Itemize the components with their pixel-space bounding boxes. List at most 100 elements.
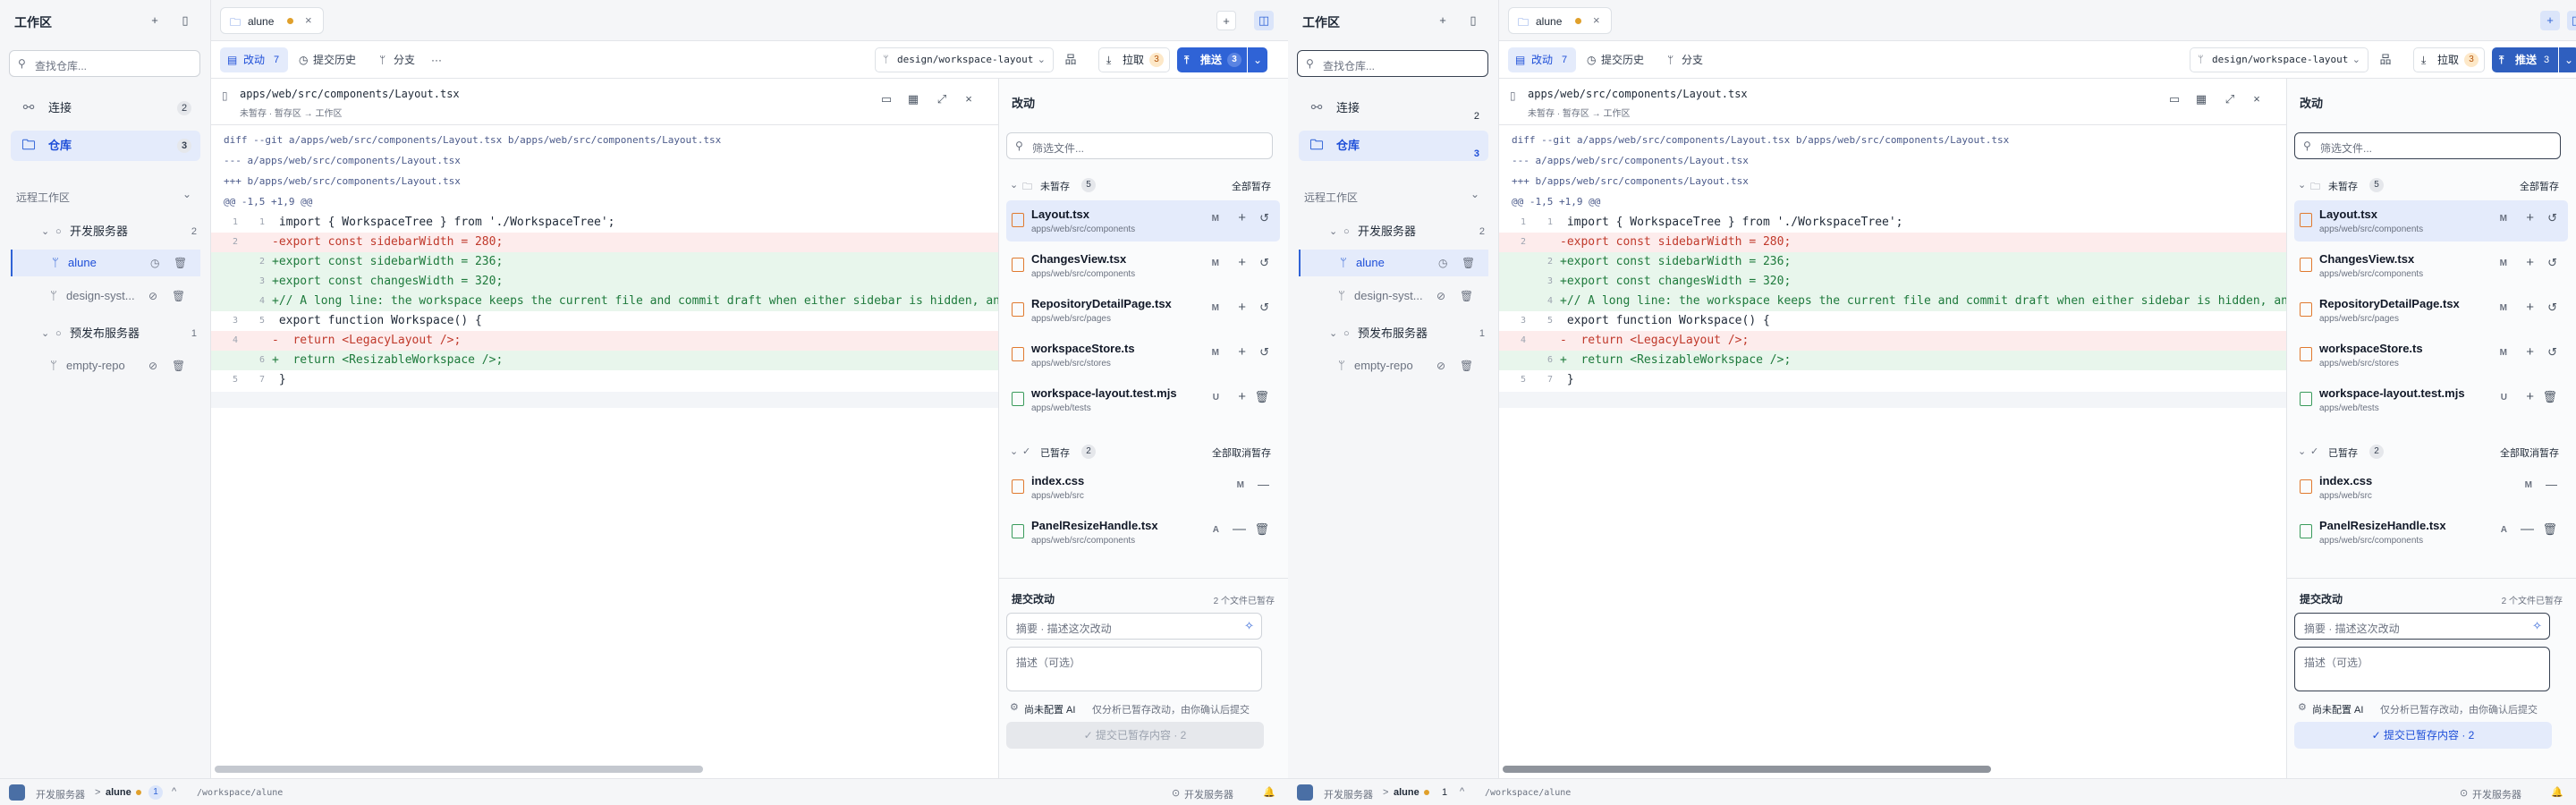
revert-icon[interactable]: ↺: [2547, 301, 2557, 315]
push-button[interactable]: ⤒ 推送 3: [2492, 47, 2558, 72]
expand-icon[interactable]: ⤢: [2220, 89, 2240, 109]
tab-alune[interactable]: 🗀 alune ×: [1508, 7, 1612, 34]
repo-row-empty-repo[interactable]: ᛘ empty-repo ⊘ 🗑: [11, 352, 200, 379]
new-tab-icon[interactable]: +: [2540, 11, 2560, 30]
server-row-staging[interactable]: ⌄ ○ 预发布服务器 1: [1299, 320, 1488, 347]
sidebar-item-connections[interactable]: ⚯ 连接 2: [1299, 93, 1488, 123]
server-row-dev[interactable]: ⌄ ○ 开发服务器 2: [1299, 218, 1488, 245]
sparkle-icon[interactable]: ✧: [2532, 619, 2542, 633]
revert-icon[interactable]: ↺: [1259, 211, 1269, 225]
chevron-down-icon[interactable]: ⌄: [1470, 188, 1479, 200]
commit-description-input[interactable]: 描述（可选）: [2294, 647, 2550, 691]
trash-icon[interactable]: 🗑: [1460, 352, 1473, 379]
commit-description-input[interactable]: 描述（可选）: [1006, 647, 1262, 691]
unstaged-section-header[interactable]: ⌄ 🗀 未暂存 5 全部暂存: [1010, 178, 1278, 193]
unstage-minus-icon[interactable]: —: [1233, 521, 1246, 537]
filter-files-input[interactable]: ⚲ 筛选文件...: [2294, 132, 2561, 159]
tab-changes[interactable]: ▤ 改动 7: [220, 47, 288, 72]
stage-all-link[interactable]: 全部暂存: [1232, 179, 1271, 193]
repo-row-design-system[interactable]: ᛘ design-syst... ⊘ 🗑: [1299, 283, 1488, 309]
panel-right-icon[interactable]: ◫: [2567, 11, 2576, 30]
bell-icon[interactable]: 🔔: [1263, 786, 1275, 798]
revert-icon[interactable]: ↺: [2547, 345, 2557, 360]
server-row-staging[interactable]: ⌄ ○ 预发布服务器 1: [11, 320, 200, 347]
chevron-down-icon[interactable]: ⌄: [182, 188, 191, 200]
unstage-all-link[interactable]: 全部取消暂存: [2500, 445, 2559, 460]
trash-icon[interactable]: 🗑: [1254, 522, 1269, 537]
tab-branches[interactable]: ᛘ 分支: [1662, 47, 1712, 72]
staged-section-header[interactable]: ⌄ ✓ 已暂存 2 全部取消暂存: [1010, 445, 1278, 460]
tab-branches[interactable]: ᛘ 分支: [374, 47, 424, 72]
tab-changes[interactable]: ▤ 改动 7: [1508, 47, 1576, 72]
add-icon[interactable]: +: [1433, 11, 1453, 30]
trash-icon[interactable]: 🗑: [172, 283, 185, 309]
file-row[interactable]: ChangesView.tsx apps/web/src/components M +…: [2294, 245, 2568, 286]
network-icon[interactable]: 品: [2376, 50, 2395, 70]
staged-section-header[interactable]: ⌄ ✓ 已暂存 2 全部取消暂存: [2298, 445, 2566, 460]
chevron-up-icon[interactable]: ^: [172, 786, 176, 797]
expand-icon[interactable]: ⤢: [932, 89, 952, 109]
status-repo[interactable]: alune: [106, 787, 131, 798]
stage-plus-icon[interactable]: +: [2526, 389, 2534, 404]
stage-plus-icon[interactable]: +: [2526, 300, 2534, 315]
status-right-server[interactable]: 开发服务器: [1184, 787, 1233, 801]
split-view-icon[interactable]: ▦: [903, 89, 923, 109]
stage-plus-icon[interactable]: +: [1238, 300, 1246, 315]
more-icon[interactable]: ···: [431, 47, 453, 72]
unstage-minus-icon[interactable]: —: [2521, 521, 2534, 537]
repo-row-design-system[interactable]: ᛘ design-syst... ⊘ 🗑: [11, 283, 200, 309]
sparkle-icon[interactable]: ✧: [1244, 619, 1254, 633]
file-row[interactable]: RepositoryDetailPage.tsx apps/web/src/pag…: [2294, 290, 2568, 331]
commit-button[interactable]: ✓ 提交已暂存内容 · 2: [1006, 722, 1264, 749]
bell-icon[interactable]: 🔔: [2551, 786, 2563, 798]
sidebar-item-repositories[interactable]: 🗀 仓库 3: [1299, 131, 1488, 161]
status-server[interactable]: 开发服务器: [1324, 787, 1373, 801]
tab-alune[interactable]: 🗀 alune ×: [220, 7, 324, 34]
gear-icon[interactable]: ⚙: [1010, 701, 1019, 713]
horizontal-scrollbar[interactable]: [1503, 766, 1991, 773]
stage-all-link[interactable]: 全部暂存: [2520, 179, 2559, 193]
push-menu-chevron-icon[interactable]: ⌄: [2559, 47, 2576, 72]
pull-button[interactable]: ⤓ 拉取 3: [1098, 47, 1170, 72]
unstage-minus-icon[interactable]: —: [1258, 478, 1269, 491]
tab-history[interactable]: ◷ 提交历史: [1581, 47, 1657, 72]
chevron-up-icon[interactable]: ^: [1460, 786, 1464, 797]
network-icon[interactable]: 品: [1061, 50, 1080, 70]
trash-icon[interactable]: 🗑: [1254, 390, 1269, 404]
stage-plus-icon[interactable]: +: [1238, 389, 1246, 404]
revert-icon[interactable]: ↺: [1259, 345, 1269, 360]
push-button[interactable]: ⤒ 推送 3: [1177, 47, 1247, 72]
stage-plus-icon[interactable]: +: [2526, 210, 2534, 225]
unstage-minus-icon[interactable]: —: [2546, 478, 2557, 491]
check-circle-icon[interactable]: ⊘: [1436, 352, 1445, 379]
revert-icon[interactable]: ↺: [1259, 256, 1269, 270]
file-row[interactable]: PanelResizeHandle.tsx apps/web/src/compon…: [2294, 512, 2568, 553]
repo-search-input[interactable]: ⚲ 查找仓库...: [1297, 50, 1488, 77]
status-repo[interactable]: alune: [1394, 787, 1419, 798]
panel-toggle-icon[interactable]: ▯: [1463, 11, 1483, 30]
commit-button[interactable]: ✓ 提交已暂存内容 · 2: [2294, 722, 2552, 749]
panel-toggle-icon[interactable]: ▯: [175, 11, 195, 30]
stage-plus-icon[interactable]: +: [2526, 344, 2534, 360]
check-circle-icon[interactable]: ⊘: [148, 352, 157, 379]
close-icon[interactable]: ×: [1593, 13, 1600, 27]
file-row[interactable]: workspace-layout.test.mjs apps/web/tests U…: [2294, 379, 2568, 420]
file-row[interactable]: ChangesView.tsx apps/web/src/components M +…: [1006, 245, 1280, 286]
file-row[interactable]: Layout.tsx apps/web/src/components M + ↺: [1006, 200, 1280, 242]
branch-select[interactable]: ᛘ design/workspace-layout ⌄: [2190, 47, 2368, 72]
clock-icon[interactable]: ◷: [150, 250, 159, 276]
close-icon[interactable]: ×: [2247, 89, 2267, 109]
stage-plus-icon[interactable]: +: [1238, 210, 1246, 225]
file-row[interactable]: Layout.tsx apps/web/src/components M + ↺: [2294, 200, 2568, 242]
close-icon[interactable]: ×: [959, 89, 979, 109]
trash-icon[interactable]: 🗑: [2542, 390, 2557, 404]
clock-icon[interactable]: ◷: [1438, 250, 1447, 276]
push-menu-chevron-icon[interactable]: ⌄: [1248, 47, 1267, 72]
revert-icon[interactable]: ↺: [1259, 301, 1269, 315]
trash-icon[interactable]: 🗑: [174, 250, 187, 276]
panel-right-icon[interactable]: ◫: [1254, 11, 1274, 30]
new-tab-icon[interactable]: +: [1216, 11, 1236, 30]
check-circle-icon[interactable]: ⊘: [148, 283, 157, 309]
repo-row-alune[interactable]: ᛘ alune ◷ 🗑: [11, 250, 200, 276]
stage-plus-icon[interactable]: +: [1238, 344, 1246, 360]
